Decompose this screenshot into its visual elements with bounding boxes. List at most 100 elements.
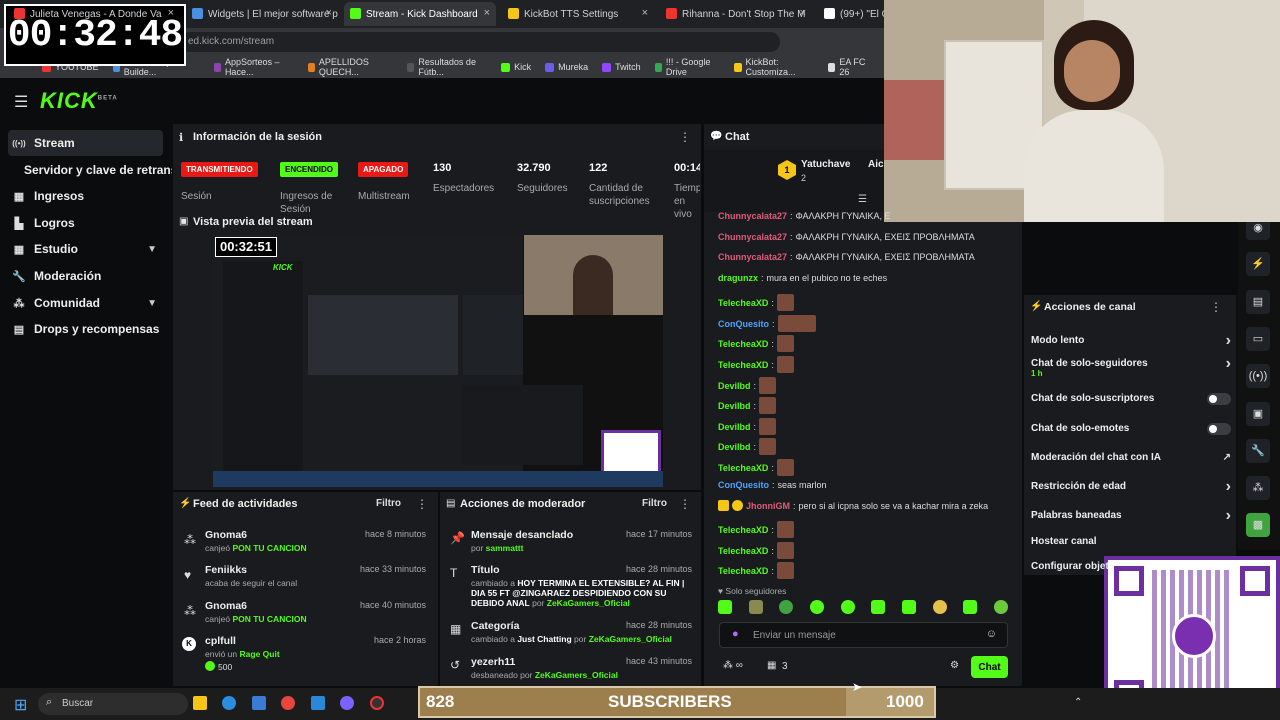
windows-start-icon[interactable]: ⊞ [14, 695, 27, 715]
feed-item[interactable]: Kcplfull hace 2 horas envió un Rage Quit 50… [180, 635, 430, 672]
channel-action-item[interactable]: Modo lento › [1031, 332, 1231, 349]
bookmark-item[interactable]: EA FC 26 [828, 57, 870, 77]
chat-username[interactable]: TelecheaXD [718, 463, 768, 473]
more-icon[interactable]: ⋮ [679, 130, 691, 144]
channel-action-item[interactable]: Chat de solo-emotes [1031, 423, 1231, 435]
sidebar-item[interactable]: Servidor y clave de retransm [20, 157, 172, 183]
mod-user[interactable]: ZeKaGamers_Oficial [589, 634, 672, 644]
chat-username[interactable]: Devilbd [718, 422, 751, 432]
stream-preview-video[interactable]: 00:32:51 KICK [213, 235, 663, 487]
sidebar-item[interactable]: ⁂ Comunidad ▼ [8, 290, 163, 316]
chat-username[interactable]: Chunnycalata27 [718, 232, 787, 242]
chat-username[interactable]: TelecheaXD [718, 360, 768, 370]
kick-logo[interactable]: KICKBETA [40, 88, 118, 114]
clipboard-icon[interactable]: ▤ [1246, 290, 1270, 314]
sidebar-item[interactable]: ▦ Ingresos [8, 183, 163, 209]
wrench-tool-icon[interactable]: 🔧 [1246, 439, 1270, 463]
send-chat-button[interactable]: Chat [971, 656, 1008, 678]
gift-count-icon[interactable]: ▦ [767, 660, 776, 671]
browser-tab[interactable]: Stream - Kick Dashboard × [344, 2, 496, 26]
browser-tab[interactable]: KickBot TTS Settings × [502, 2, 654, 26]
chrome-icon[interactable] [281, 696, 295, 710]
chat-username[interactable]: TelecheaXD [718, 298, 768, 308]
channel-action-item[interactable]: Configurar objet [1031, 561, 1231, 572]
file-explorer-icon[interactable] [193, 696, 207, 710]
flash-icon[interactable]: ⚡ [1246, 252, 1270, 276]
mic-icon[interactable]: ● [732, 628, 739, 640]
chat-username[interactable]: TelecheaXD [718, 546, 768, 556]
settings-gear-icon[interactable]: ⚙ [950, 660, 959, 671]
emoji-icon[interactable]: ☺ [986, 628, 997, 640]
url-field[interactable]: ed.kick.com/stream [180, 32, 780, 52]
close-tab-icon[interactable]: × [484, 7, 490, 19]
chat-username[interactable]: ConQuesito [718, 480, 769, 490]
emote-bar[interactable] [718, 600, 1008, 616]
modactions-filter-button[interactable]: Filtro [642, 498, 667, 509]
mod-user[interactable]: sammattt [486, 543, 524, 553]
channel-action-item[interactable]: Palabras baneadas › [1031, 507, 1231, 524]
bookmark-item[interactable]: KickBot: Customiza... [734, 57, 814, 77]
feed-item[interactable]: ♥ Feniikks hace 33 minutos acaba de seguir … [180, 564, 430, 600]
close-tab-icon[interactable]: × [168, 7, 174, 19]
browser-tab[interactable]: (99+) "El Ori [818, 2, 884, 26]
channel-action-item[interactable]: Hostear canal [1031, 536, 1231, 547]
chat-username[interactable]: Devilbd [718, 381, 751, 391]
channel-action-item[interactable]: Restricción de edad › [1031, 478, 1231, 495]
chat-username[interactable]: Chunnycalata27 [718, 252, 787, 262]
message-icon[interactable]: ▭ [1246, 327, 1270, 351]
bookmark-item[interactable]: !!! - Google Drive [654, 57, 721, 77]
edge-icon[interactable] [222, 696, 236, 710]
channel-action-item[interactable]: Moderación del chat con IA ↗ [1031, 452, 1231, 463]
sidebar-item[interactable]: 🔧 Moderación [8, 263, 163, 289]
chat-username[interactable]: Devilbd [718, 442, 751, 452]
infinity-icon[interactable]: ⁂ ∞ [723, 660, 743, 671]
close-tab-icon[interactable]: × [642, 7, 648, 19]
channel-action-item[interactable]: Chat de solo-suscriptores [1031, 393, 1231, 405]
channel-action-item[interactable]: Chat de solo-seguidores 1 h › [1031, 355, 1231, 378]
feed-item[interactable]: ⁂ Gnoma6 hace 8 minutos canjeó PON TU CANCI… [180, 529, 430, 565]
toggle-switch[interactable] [1207, 423, 1231, 435]
mod-user[interactable]: ZeKaGamers_Oficial [535, 670, 618, 680]
sidebar-item[interactable]: ▙ Logros [8, 210, 163, 236]
modactions-more-icon[interactable]: ⋮ [679, 497, 691, 511]
chat-username[interactable]: TelecheaXD [718, 339, 768, 349]
menu-icon[interactable]: ☰ [14, 92, 28, 112]
taskbar-search[interactable]: ⌕ Buscar [38, 693, 188, 715]
channel-more-icon[interactable]: ⋮ [1210, 300, 1222, 314]
chat-input[interactable]: ● Enviar un mensaje ☺ [719, 622, 1008, 648]
sidebar-item[interactable]: ▦ Estudio ▼ [8, 236, 163, 262]
close-tab-icon[interactable]: × [326, 7, 332, 19]
activity-filter-button[interactable]: Filtro [376, 498, 401, 509]
chat-username[interactable]: ConQuesito [718, 319, 769, 329]
bookmark-item[interactable]: Twitch [602, 62, 641, 72]
chat-username[interactable]: TelecheaXD [718, 525, 768, 535]
bookmark-item[interactable]: Resultados de Fútb... [407, 57, 487, 77]
tray-chevron-icon[interactable]: ⌃ [1074, 697, 1082, 708]
broadcast-icon-2[interactable]: ((•)) [1246, 364, 1270, 388]
bookmark-item[interactable]: AppSorteos – Hace... [213, 57, 294, 77]
bot-icon[interactable]: ▩ [1246, 513, 1270, 537]
filter-icon[interactable]: ☰ [858, 194, 867, 205]
mod-user[interactable]: ZeKaGamers_Oficial [547, 598, 630, 608]
obs-icon[interactable] [370, 696, 384, 710]
browser-tab[interactable]: Julieta Venegas - A Donde Va × [8, 2, 180, 26]
chat-username[interactable]: Chunnycalata27 [718, 211, 787, 221]
activity-more-icon[interactable]: ⋮ [416, 497, 428, 511]
discord-icon[interactable] [340, 696, 354, 710]
bookmark-item[interactable]: APELLIDOS QUECH... [307, 57, 394, 77]
store-icon[interactable] [252, 696, 266, 710]
users-icon[interactable]: ⁂ [1246, 476, 1270, 500]
mod-view-icon[interactable]: ▣ [1246, 402, 1270, 426]
bookmark-item[interactable]: Kick [501, 62, 531, 72]
app-icon[interactable] [311, 696, 325, 710]
toggle-switch[interactable] [1207, 393, 1231, 405]
sidebar-item[interactable]: ((•)) Stream [8, 130, 163, 156]
bookmark-item[interactable]: Mureka [545, 62, 588, 72]
chat-username[interactable]: Devilbd [718, 401, 751, 411]
feed-item[interactable]: ⁂ Gnoma6 hace 40 minutos canjeó PON TU CANC… [180, 600, 430, 636]
browser-tab[interactable]: Widgets | El mejor software par × [186, 2, 338, 26]
chat-username[interactable]: JhonniGM [746, 501, 790, 511]
chat-username[interactable]: dragunzx [718, 273, 758, 283]
browser-tab[interactable]: Rihanna - Don't Stop The M × [660, 2, 812, 26]
chat-username[interactable]: TelecheaXD [718, 566, 768, 576]
